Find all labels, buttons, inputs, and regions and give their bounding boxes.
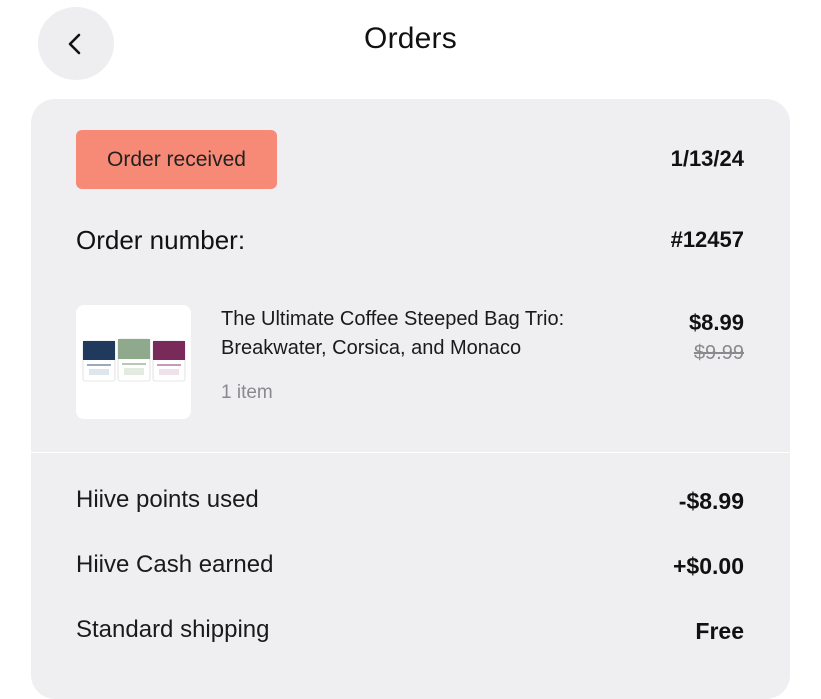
order-date: 1/13/24 bbox=[670, 146, 744, 171]
status-badge: Order received bbox=[76, 130, 277, 189]
cash-earned-value: +$0.00 bbox=[673, 553, 744, 579]
product-price: $8.99 bbox=[688, 310, 744, 335]
cash-earned-label: Hiive Cash earned bbox=[76, 551, 274, 578]
shipping-value: Free bbox=[695, 618, 744, 644]
product-quantity: 1 item bbox=[221, 382, 273, 403]
product-name[interactable]: The Ultimate Coffee Steeped Bag Trio: Br… bbox=[221, 305, 641, 363]
points-used-value: -$8.99 bbox=[678, 488, 744, 514]
order-card[interactable]: Order received 1/13/24 Order number: #12… bbox=[31, 99, 790, 699]
points-used-label: Hiive points used bbox=[76, 486, 259, 513]
coffee-bags-image bbox=[82, 338, 185, 382]
divider bbox=[31, 452, 790, 453]
product-original-price: $9.99 bbox=[693, 342, 744, 364]
page-title: Orders bbox=[364, 22, 457, 55]
product-thumbnail[interactable] bbox=[76, 305, 191, 419]
order-number-label: Order number: bbox=[76, 225, 246, 255]
shipping-label: Standard shipping bbox=[76, 616, 270, 643]
order-number-value: #12457 bbox=[670, 227, 744, 252]
